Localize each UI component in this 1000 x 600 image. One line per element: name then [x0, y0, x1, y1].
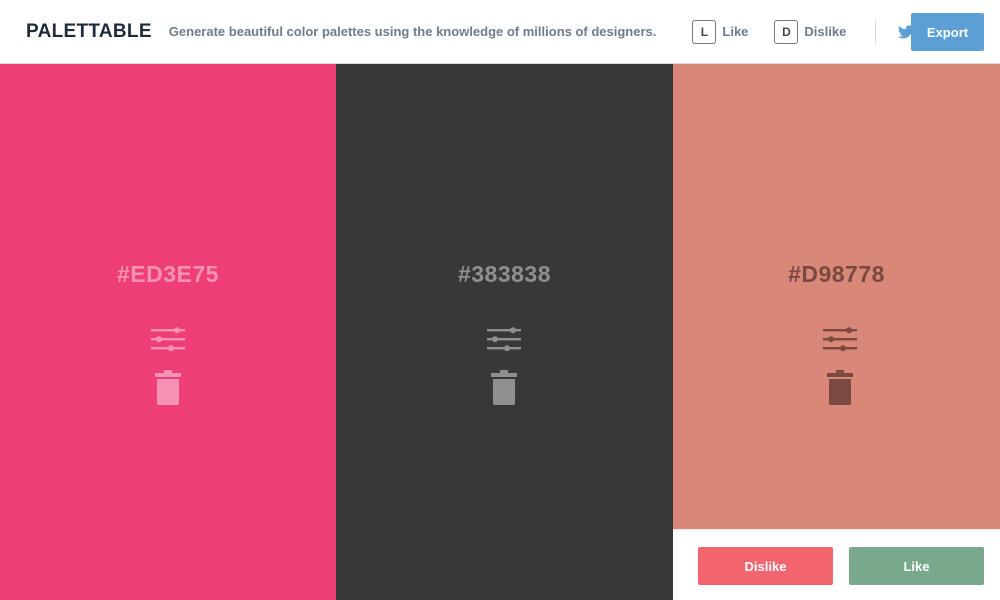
brand-logo[interactable]: PALETTABLE — [26, 21, 152, 43]
trash-icon[interactable] — [491, 370, 517, 405]
color-swatch[interactable]: #ED3E75 — [0, 64, 336, 600]
adjust-sliders-icon[interactable] — [487, 326, 521, 352]
adjust-sliders-icon[interactable] — [823, 326, 857, 352]
top-bar: PALETTABLE Generate beautiful color pale… — [0, 0, 1000, 64]
vote-panel: Dislike Like — [673, 529, 1000, 600]
dislike-button[interactable]: Dislike — [698, 547, 833, 585]
like-button[interactable]: Like — [849, 547, 984, 585]
trash-icon[interactable] — [827, 370, 853, 405]
dislike-shortcut-label: Dislike — [804, 24, 847, 39]
color-swatch[interactable]: #D98778 — [673, 64, 1000, 529]
color-swatch[interactable]: #383838 — [336, 64, 673, 600]
dislike-key-badge: D — [774, 19, 799, 44]
like-key-badge: L — [692, 19, 717, 44]
hex-code[interactable]: #383838 — [336, 261, 673, 288]
hex-code[interactable]: #D98778 — [673, 261, 1000, 288]
hex-code[interactable]: #ED3E75 — [0, 261, 336, 288]
dislike-shortcut[interactable]: D Dislike — [774, 19, 847, 44]
export-button[interactable]: Export — [911, 13, 984, 51]
trash-icon[interactable] — [155, 370, 181, 405]
like-shortcut[interactable]: L Like — [692, 19, 749, 44]
tagline: Generate beautiful color palettes using … — [168, 24, 657, 39]
header-divider — [875, 20, 877, 43]
palette: #ED3E75 #383838 #D98778 — [0, 64, 1000, 600]
adjust-sliders-icon[interactable] — [151, 326, 185, 352]
like-shortcut-label: Like — [722, 24, 749, 39]
